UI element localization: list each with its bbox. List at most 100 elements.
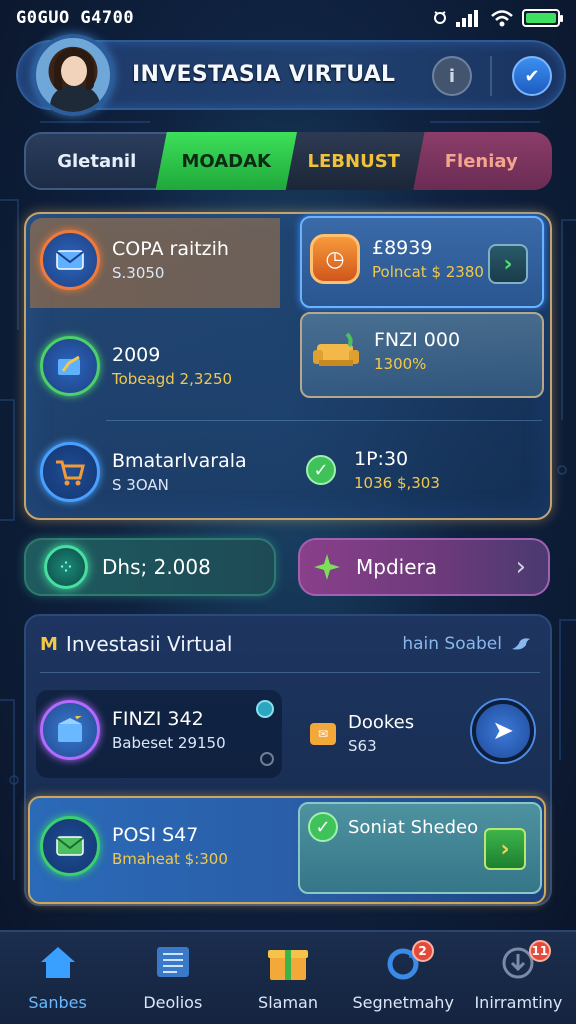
item-value: Polncat $ 2380 bbox=[372, 263, 484, 281]
newspaper-icon bbox=[150, 939, 196, 985]
avatar-body bbox=[50, 86, 100, 112]
item-value: 1300% bbox=[374, 355, 427, 373]
page-title: INVESTASIA VIRTUAL bbox=[132, 62, 396, 87]
cart-icon bbox=[40, 442, 100, 502]
chevron-right-icon: › bbox=[503, 251, 513, 277]
nav-label: Inirramtiny bbox=[474, 993, 563, 1012]
dots-icon: ⁘ bbox=[44, 545, 88, 589]
status-bar: G0GUO G4700 bbox=[0, 0, 576, 36]
item-title: £8939 bbox=[372, 237, 433, 259]
nav-item-slaman[interactable]: Slaman bbox=[230, 932, 345, 1024]
list-item[interactable]: FNZI 000 1300% bbox=[310, 328, 460, 374]
virtual-investment-panel: M Investasii Virtual hain Soabel FINZI 3… bbox=[24, 614, 552, 906]
item-title: COPA raitzih bbox=[112, 238, 229, 260]
divider bbox=[40, 672, 540, 673]
item-value: Tobeagd 2,3250 bbox=[112, 370, 233, 388]
sofa-icon bbox=[310, 328, 362, 374]
home-icon bbox=[35, 939, 81, 985]
battery-icon bbox=[522, 9, 563, 27]
item-title: Dookes bbox=[348, 712, 415, 733]
nav-label: Deolios bbox=[143, 993, 203, 1012]
tab-gletanil[interactable]: Gletanil bbox=[24, 132, 170, 190]
gift-box-icon bbox=[265, 939, 311, 985]
list-item[interactable]: ✓ 1P:30 1036 $,303 bbox=[306, 448, 440, 492]
item-title: Bmatarlvarala bbox=[112, 450, 247, 472]
settings-icon bbox=[256, 700, 274, 718]
nav-item-sanbes[interactable]: Sanbes bbox=[0, 932, 115, 1024]
signal-icon bbox=[456, 10, 478, 27]
see-all-label: hain Soabel bbox=[402, 634, 502, 654]
item-value: Bmaheat $:300 bbox=[112, 850, 228, 868]
tab-fleniay[interactable]: Fleniay bbox=[410, 132, 552, 190]
list-item[interactable]: COPA raitzih S.3050 bbox=[40, 230, 229, 290]
check-circle-icon: ✓ bbox=[306, 455, 336, 485]
bottom-nav: Sanbes Deolios Slaman Segnetmahy 2 Inirr… bbox=[0, 930, 576, 1024]
avatar-face bbox=[61, 56, 87, 86]
tab-lebnust[interactable]: LEBNUST bbox=[283, 132, 425, 190]
see-all-link[interactable]: hain Soabel bbox=[402, 634, 532, 654]
item-value: S63 bbox=[348, 737, 377, 755]
list-item[interactable]: FINZI 342 Babeset 29150 bbox=[40, 700, 226, 760]
app-header: INVESTASIA VIRTUAL i ✔ bbox=[16, 34, 566, 116]
nav-item-deolios[interactable]: Deolios bbox=[115, 932, 230, 1024]
battery-fill bbox=[526, 13, 556, 23]
balance-pill[interactable]: ⁘ Dhs; 2.008 bbox=[24, 538, 276, 596]
status-time: G0GUO G4700 bbox=[16, 8, 135, 28]
mail-icon bbox=[40, 230, 100, 290]
timer-icon: ◷ bbox=[310, 234, 360, 284]
chevron-right-icon: › bbox=[515, 552, 526, 582]
arrow-right-icon: ➤ bbox=[492, 716, 514, 746]
item-value: 1036 $,303 bbox=[354, 474, 440, 492]
envelope-icon: ✉ bbox=[310, 722, 336, 745]
avatar[interactable] bbox=[32, 34, 114, 116]
m-logo-icon: M bbox=[40, 633, 58, 655]
section-title: M Investasii Virtual bbox=[40, 632, 232, 656]
confirm-button[interactable]: ✔ bbox=[512, 56, 552, 96]
nav-item-inirramtiny[interactable]: Inirramtiny 11 bbox=[461, 932, 576, 1024]
bird-icon bbox=[512, 638, 530, 650]
tab-bar: Gletanil MOADAK LEBNUST Fleniay bbox=[24, 132, 552, 190]
section-title-text: Investasii Virtual bbox=[65, 632, 233, 656]
mail-icon bbox=[40, 816, 100, 876]
status-icons bbox=[432, 9, 563, 27]
next-button[interactable]: ➤ bbox=[472, 700, 534, 762]
box-icon bbox=[40, 700, 100, 760]
update-pill[interactable]: Mpdiera › bbox=[298, 538, 550, 596]
go-button[interactable]: › bbox=[484, 828, 526, 870]
item-value: S.3050 bbox=[112, 264, 165, 282]
gear-icon bbox=[260, 752, 274, 766]
item-title: Soniat Shedeo bbox=[348, 816, 479, 838]
list-item[interactable]: POSI S47 Bmaheat $:300 bbox=[40, 816, 228, 876]
investment-summary-panel: COPA raitzih S.3050 2009 Tobeagd 2,3250 … bbox=[24, 212, 552, 520]
social-card[interactable]: ✓ Soniat Shedeo › bbox=[298, 802, 542, 894]
nav-label: Slaman bbox=[258, 993, 318, 1012]
nav-item-segnetmahy[interactable]: Segnetmahy 2 bbox=[346, 932, 461, 1024]
list-item: ✓ Soniat Shedeo bbox=[308, 812, 478, 842]
nav-label: Sanbes bbox=[28, 993, 87, 1012]
tab-moadak[interactable]: MOADAK bbox=[155, 132, 297, 190]
list-item[interactable]: ✉ Dookes S63 bbox=[310, 712, 414, 755]
item-title: 2009 bbox=[112, 344, 161, 366]
info-icon: i bbox=[448, 65, 456, 87]
item-value: Babeset 29150 bbox=[112, 734, 226, 752]
item-title: POSI S47 bbox=[112, 824, 199, 846]
balance-label: Dhs; 2.008 bbox=[102, 555, 211, 579]
list-item[interactable]: ◷ £8939 Polncat $ 2380 bbox=[310, 234, 484, 284]
nav-label: Segnetmahy bbox=[352, 993, 454, 1012]
check-circle-icon: ✓ bbox=[308, 812, 338, 842]
notification-badge: 11 bbox=[528, 940, 551, 962]
item-title: FINZI 342 bbox=[112, 708, 204, 730]
list-item[interactable]: Bmatarlvarala S 3OAN bbox=[40, 442, 247, 502]
notification-badge: 2 bbox=[411, 940, 434, 962]
sparkle-icon bbox=[314, 554, 340, 580]
alarm-icon bbox=[434, 11, 446, 24]
item-title: FNZI 000 bbox=[374, 329, 461, 351]
open-button[interactable]: › bbox=[488, 244, 528, 284]
item-value: S 3OAN bbox=[112, 476, 169, 494]
list-item[interactable]: 2009 Tobeagd 2,3250 bbox=[40, 336, 232, 396]
chart-icon bbox=[40, 336, 100, 396]
info-button[interactable]: i bbox=[432, 56, 472, 96]
update-label: Mpdiera bbox=[356, 555, 437, 579]
header-divider bbox=[490, 56, 492, 96]
chevron-right-icon: › bbox=[500, 836, 510, 862]
